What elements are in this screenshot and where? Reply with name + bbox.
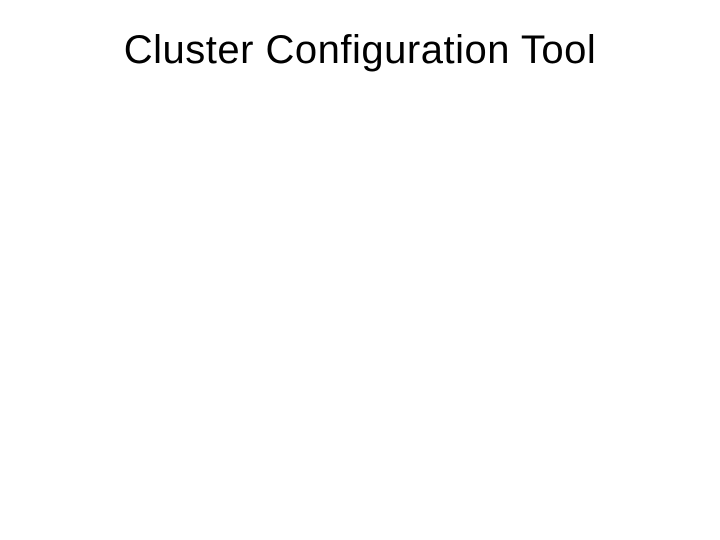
slide-title: Cluster Configuration Tool <box>0 28 720 73</box>
slide: Cluster Configuration Tool <box>0 0 720 540</box>
